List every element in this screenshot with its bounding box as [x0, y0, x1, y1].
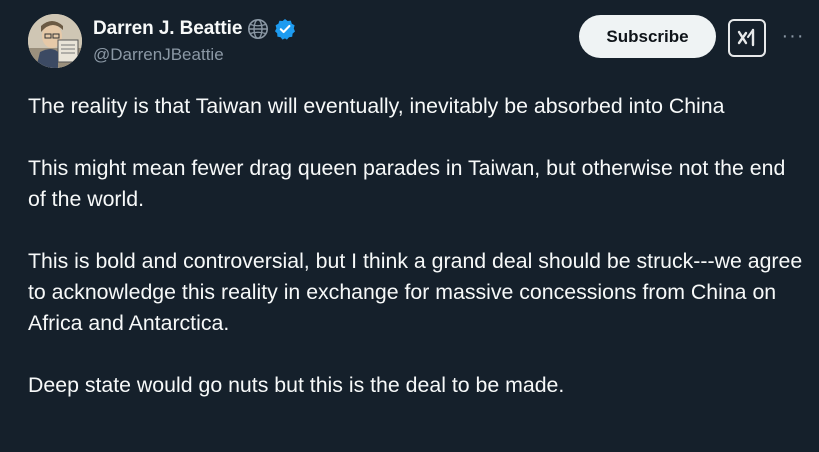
author-name-row: Darren J. Beattie [93, 16, 296, 42]
grok-icon[interactable] [728, 19, 766, 57]
tweet-paragraph: This might mean fewer drag queen parades… [28, 156, 792, 211]
tweet: Darren J. Beattie @DarrenJBeattie Subscr… [0, 0, 819, 452]
author-display-name[interactable]: Darren J. Beattie [93, 18, 242, 40]
tweet-paragraph: The reality is that Taiwan will eventual… [28, 94, 725, 118]
tweet-paragraph: Deep state would go nuts but this is the… [28, 373, 565, 397]
subscribe-button[interactable]: Subscribe [579, 15, 716, 58]
author-info: Darren J. Beattie @DarrenJBeattie [93, 16, 296, 65]
avatar-illustration [28, 14, 82, 68]
tweet-paragraph: This is bold and controversial, but I th… [28, 249, 809, 335]
author-handle[interactable]: @DarrenJBeattie [93, 45, 296, 65]
verified-badge-icon[interactable] [274, 18, 296, 40]
tweet-text: The reality is that Taiwan will eventual… [28, 91, 808, 432]
avatar[interactable] [28, 14, 82, 68]
globe-icon[interactable] [247, 18, 269, 40]
more-icon[interactable]: ··· [779, 26, 807, 46]
